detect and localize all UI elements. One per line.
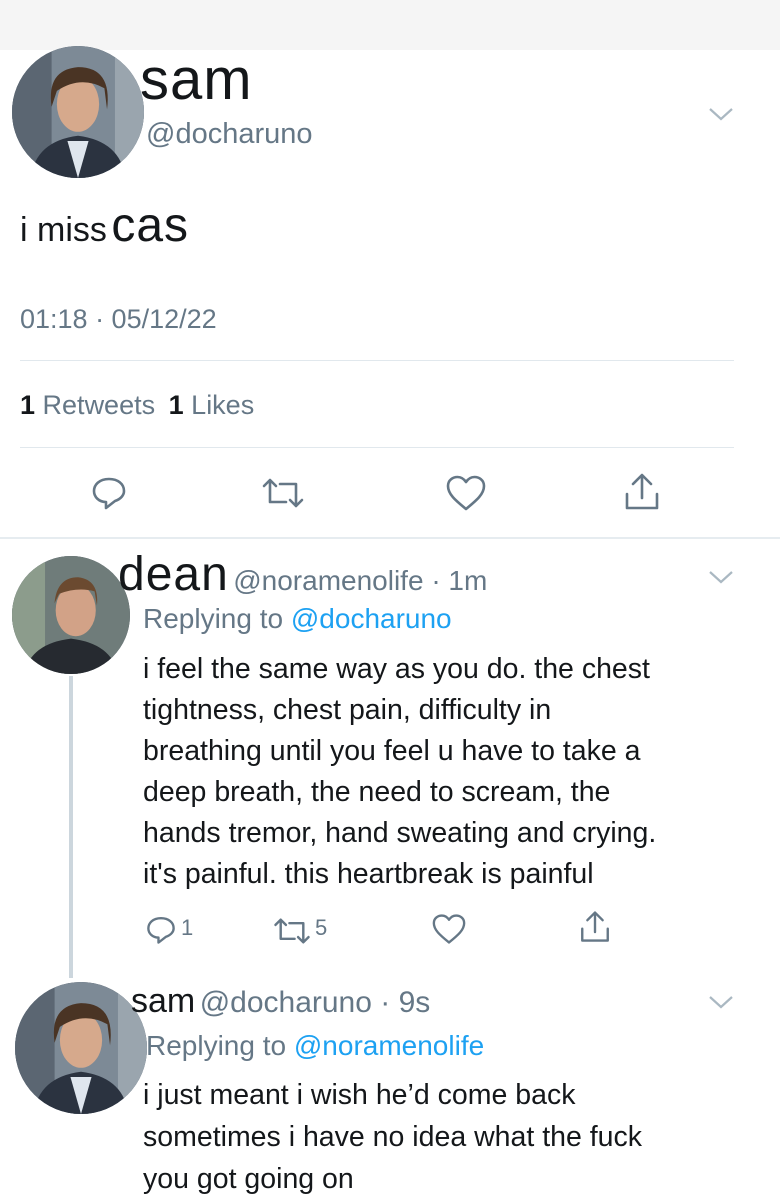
likes-count: 1 — [168, 390, 184, 420]
share-icon[interactable] — [578, 910, 612, 944]
reply1-line: i feel the same way as you do. the chest — [143, 653, 650, 685]
reply-icon[interactable] — [145, 914, 177, 946]
reply2-meta[interactable]: @docharuno · 9s — [200, 986, 431, 1019]
likes-label: Likes — [191, 390, 255, 420]
reply2-text: i just meant i wish he’d come back somet… — [143, 1074, 642, 1200]
retweets-label: Retweets — [42, 390, 156, 420]
reply2-display-name[interactable]: sam — [131, 982, 195, 1020]
engagement-stats: 1 Retweets 1 Likes — [20, 389, 254, 421]
reply2-line: you got going on — [143, 1163, 354, 1195]
retweet-icon[interactable] — [272, 916, 312, 946]
main-tweet-text: i miss cas — [20, 200, 189, 263]
avatar-dean[interactable] — [12, 556, 130, 674]
top-band — [0, 0, 780, 50]
reply1-line: tightness, chest pain, difficulty in — [143, 694, 552, 726]
reply1-text: i feel the same way as you do. the chest… — [143, 649, 656, 895]
main-text-emphasis: cas — [111, 199, 190, 252]
avatar-sam[interactable] — [15, 982, 147, 1114]
reply2-replying: Replying to @noramenolife — [146, 1029, 484, 1063]
replying-prefix: Replying to — [143, 603, 284, 634]
divider — [20, 360, 734, 361]
reply1-line: deep breath, the need to scream, the — [143, 776, 611, 808]
reply1-replying: Replying to @docharuno — [143, 602, 452, 636]
chevron-down-icon[interactable] — [708, 569, 734, 585]
retweet-icon[interactable] — [260, 476, 306, 510]
reply-icon[interactable] — [90, 474, 128, 512]
reply1-retweet-count: 5 — [315, 915, 328, 940]
main-display-name[interactable]: sam — [140, 48, 253, 112]
thread-line — [69, 676, 73, 978]
retweets-stat[interactable]: 1 Retweets — [20, 390, 163, 420]
avatar-sam[interactable] — [12, 46, 144, 178]
section-divider — [0, 537, 780, 539]
replying-to-link[interactable]: @docharuno — [291, 603, 452, 634]
reply1-line: it's painful. this heartbreak is painful — [143, 858, 594, 890]
reply1-display-name[interactable]: dean — [118, 548, 229, 601]
main-timestamp[interactable]: 01:18 · 05/12/22 — [20, 303, 217, 335]
replying-prefix: Replying to — [146, 1030, 287, 1061]
reply1-meta[interactable]: @noramenolife · 1m — [233, 565, 487, 596]
reply2-line: i just meant i wish he’d come back — [143, 1079, 576, 1111]
replying-to-link[interactable]: @noramenolife — [294, 1030, 484, 1061]
like-icon[interactable] — [445, 474, 487, 512]
divider — [20, 447, 734, 448]
main-text-prefix: i miss — [20, 211, 107, 249]
reply1-line: breathing until you feel u have to take … — [143, 735, 641, 767]
retweets-count: 1 — [20, 390, 36, 420]
reply1-line: hands tremor, hand sweating and crying. — [143, 817, 657, 849]
reply2-header: sam @docharuno · 9s — [131, 978, 430, 1031]
reply1-reply-count: 1 — [181, 915, 194, 940]
chevron-down-icon[interactable] — [708, 994, 734, 1010]
reply2-line: sometimes i have no idea what the fuck — [143, 1121, 643, 1153]
like-icon[interactable] — [431, 913, 467, 945]
chevron-down-icon[interactable] — [708, 106, 734, 122]
likes-stat[interactable]: 1 Likes — [169, 390, 255, 420]
share-icon[interactable] — [622, 472, 662, 512]
main-handle[interactable]: @docharuno — [146, 117, 313, 151]
